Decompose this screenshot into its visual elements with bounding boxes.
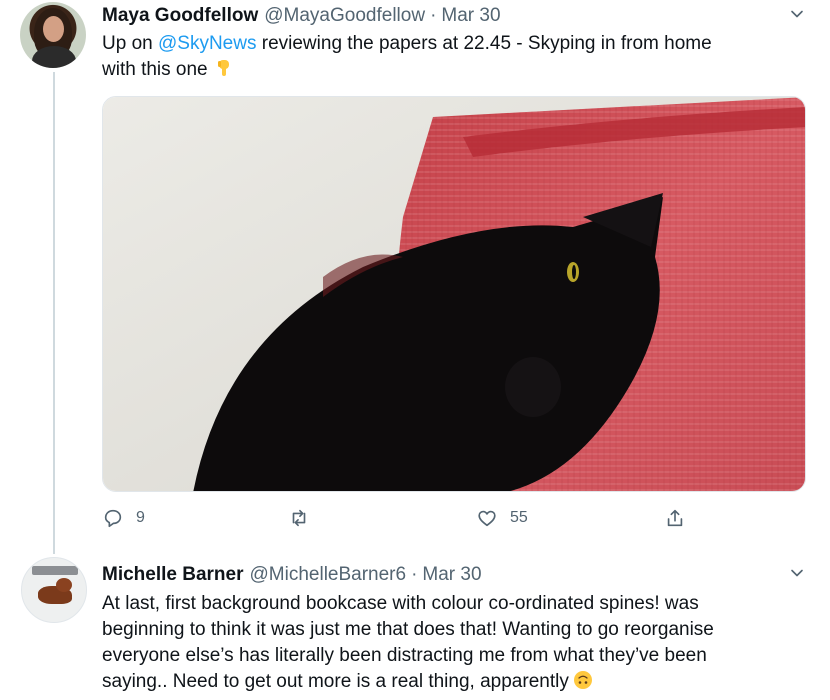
tweet-1-line-2: with this one [102, 57, 802, 83]
tweet-2-header: Michelle Barner @MichelleBarner6 · Mar 3… [102, 564, 482, 586]
separator-dot: · [411, 564, 418, 585]
author-handle[interactable]: @MayaGoodfellow [264, 5, 425, 27]
reply-icon [104, 509, 122, 528]
thread-connector-line [53, 72, 55, 554]
mention-link[interactable]: @SkyNews [158, 33, 256, 54]
reply-button[interactable]: 9 [102, 507, 145, 529]
tweet-2-line-4: saying.. Need to get out more is a real … [102, 669, 812, 695]
tweet-2-line-1: At last, first background bookcase with … [102, 593, 699, 614]
tweet-2-line-2: beginning to think it was just me that d… [102, 619, 714, 640]
tweet-1-text: Up on @SkyNews reviewing the papers at 2… [102, 31, 802, 83]
author-name[interactable]: Maya Goodfellow [102, 5, 258, 27]
author-handle[interactable]: @MichelleBarner6 [250, 564, 407, 586]
pointing-down-icon [217, 60, 229, 76]
chevron-down-icon[interactable] [790, 566, 804, 580]
chevron-down-icon[interactable] [790, 7, 804, 21]
avatar-dog-head [56, 578, 72, 592]
tweet-2-line-3: everyone else’s has literally been distr… [102, 645, 707, 666]
reply-count: 9 [136, 509, 145, 526]
avatar-maya-goodfellow[interactable] [20, 2, 86, 68]
tweet-1-actions: 9 55 [102, 507, 802, 533]
text-segment: Up on [102, 33, 158, 54]
author-name[interactable]: Michelle Barner [102, 564, 244, 586]
text-segment: saying.. Need to get out more is a real … [102, 671, 569, 692]
separator-dot: · [430, 5, 437, 26]
cat-photo [103, 97, 805, 491]
avatar-shoulders [32, 46, 76, 68]
like-count: 55 [510, 509, 528, 526]
tweet-media-image[interactable] [102, 96, 806, 492]
avatar-face [43, 16, 64, 42]
share-icon [667, 509, 683, 527]
tweet-1-header: Maya Goodfellow @MayaGoodfellow · Mar 30 [102, 5, 501, 27]
upside-down-face-icon [573, 671, 592, 689]
retweet-button[interactable] [288, 507, 322, 529]
tweet-date[interactable]: Mar 30 [441, 5, 500, 27]
share-button[interactable] [664, 507, 686, 529]
tweet-date[interactable]: Mar 30 [422, 564, 481, 586]
avatar-michelle-barner[interactable] [21, 557, 87, 623]
like-button[interactable]: 55 [476, 507, 528, 529]
text-segment: with this one [102, 59, 208, 80]
tweet-1-line-1: Up on @SkyNews reviewing the papers at 2… [102, 31, 802, 57]
text-segment: reviewing the papers at 22.45 - Skyping … [256, 33, 712, 54]
heart-icon [478, 510, 496, 527]
retweet-icon [292, 509, 306, 527]
tweet-2-text: At last, first background bookcase with … [102, 591, 812, 695]
avatar-sign [32, 566, 78, 575]
